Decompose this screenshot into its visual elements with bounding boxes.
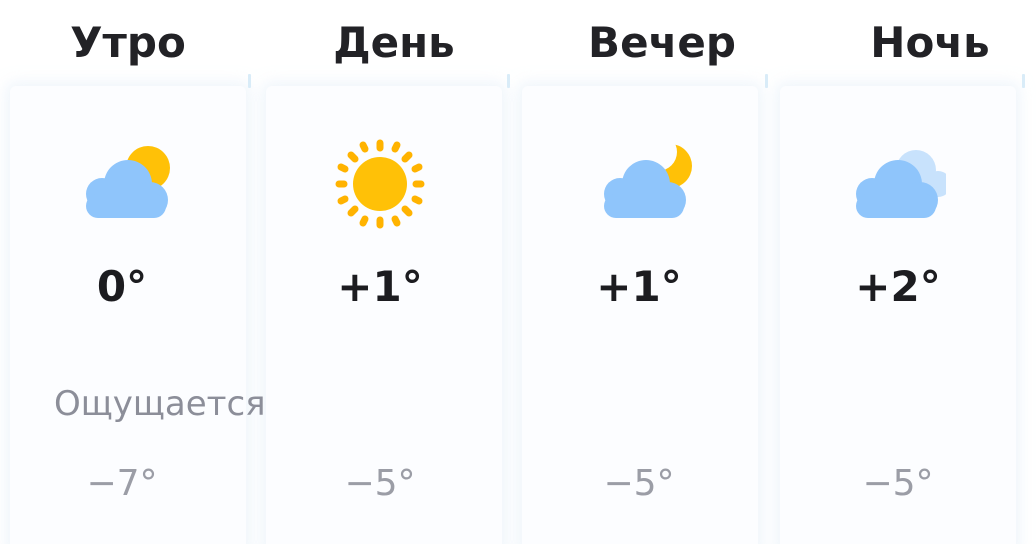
- period-label-day: День: [333, 18, 455, 67]
- divider-tick: [1022, 74, 1025, 88]
- cloud-sun-icon: [86, 146, 170, 218]
- period-label-night: Ночь: [870, 18, 990, 67]
- divider-tick: [507, 74, 510, 88]
- feels-like-evening: −5°: [603, 463, 675, 504]
- period-label-morning: Утро: [70, 18, 186, 67]
- temperature-day: +1°: [337, 262, 423, 311]
- feels-like-morning: −7°: [86, 463, 158, 504]
- sun-icon: [335, 139, 425, 229]
- divider-tick: [248, 74, 251, 88]
- cloud-moon-icon: [604, 144, 692, 218]
- cloudy-icon: [856, 150, 946, 218]
- temperature-evening: +1°: [596, 262, 682, 311]
- feels-like-night: −5°: [862, 463, 934, 504]
- divider-tick: [765, 74, 768, 88]
- feels-like-label: Ощущается: [54, 384, 266, 424]
- period-label-evening: Вечер: [588, 18, 736, 67]
- weather-day-parts-panel: Утро День Вечер Ночь 0° +1° +1° +2° Ощущ…: [0, 0, 1036, 544]
- temperature-morning: 0°: [96, 262, 148, 311]
- temperature-night: +2°: [855, 262, 941, 311]
- feels-like-day: −5°: [344, 463, 416, 504]
